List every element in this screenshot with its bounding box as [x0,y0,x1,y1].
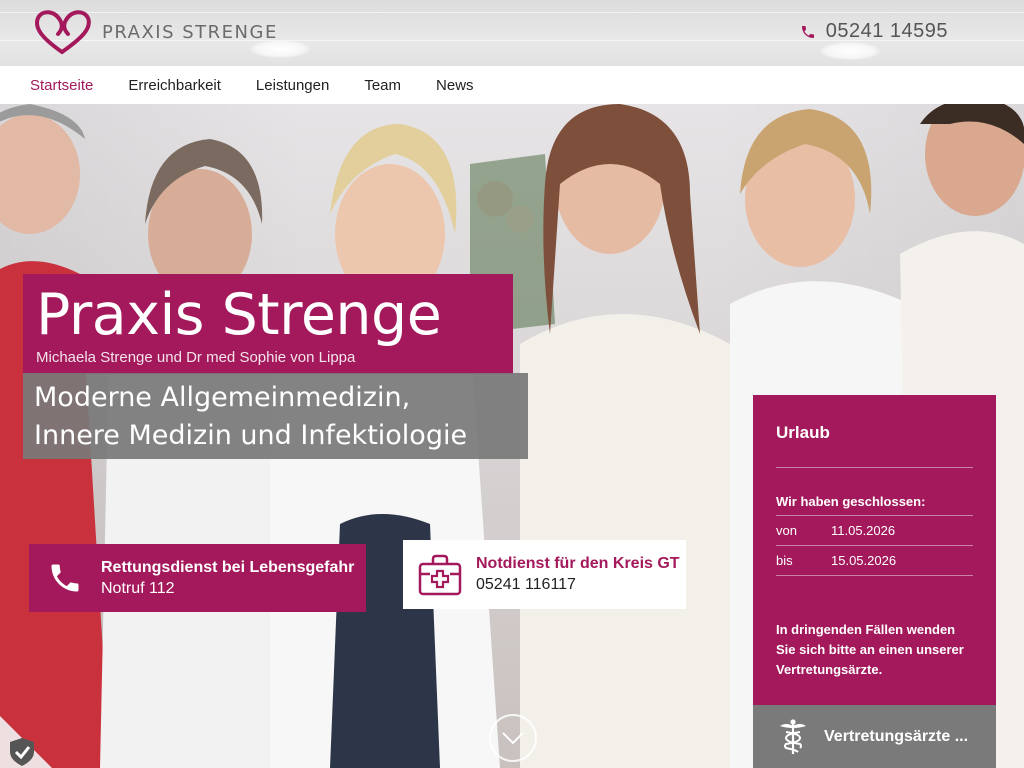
vacation-heading: Urlaub [776,423,973,468]
nav-item-erreichbarkeit[interactable]: Erreichbarkeit [128,77,221,94]
vacation-to-date: 15.05.2026 [831,553,897,568]
heart-logo-icon [35,10,91,54]
rescue-number: Notruf 112 [101,579,175,597]
main-nav: Startseite Erreichbarkeit Leistungen Tea… [0,66,1024,104]
substitute-doctors-label: Vertretungsärzte ... [824,727,969,745]
nav-item-team[interactable]: Team [364,77,401,94]
logo-text: PRAXIS STRENGE [102,21,278,43]
logo[interactable]: PRAXIS STRENGE [32,8,278,56]
notdienst-box[interactable]: Notdienst für den Kreis GT 05241 116117 [403,540,686,609]
header-phone[interactable]: 05241 14595 [800,20,948,43]
vacation-to-label: bis [776,553,793,568]
hero-tagline-line-2: Innere Medizin und Infektiologie [34,420,468,451]
phone-icon [801,25,814,38]
substitute-doctors-button[interactable]: Vertretungsärzte ... [753,705,996,768]
nav-item-startseite[interactable]: Startseite [30,77,93,94]
header-phone-number: 05241 14595 [825,20,948,42]
hero-title: Praxis Strenge [36,282,442,348]
vacation-from-date: 11.05.2026 [831,523,896,538]
rescue-service-box[interactable]: Rettungsdienst bei Lebensgefahr Notruf 1… [29,544,366,612]
nav-item-leistungen[interactable]: Leistungen [256,77,329,94]
vacation-closed-label: Wir haben geschlossen: [776,494,973,516]
vacation-note: In dringenden Fällen wenden Sie sich bit… [776,622,964,677]
vacation-from-row: von 11.05.2026 [776,516,973,546]
notdienst-title: Notdienst für den Kreis GT [476,555,680,572]
hero-title-box: Praxis Strenge Michaela Strenge und Dr m… [23,274,513,374]
nav-item-news[interactable]: News [436,77,474,94]
chevron-down-icon [502,732,524,745]
shield-check-icon[interactable] [0,716,52,768]
vacation-from-label: von [776,523,797,538]
vacation-panel: Urlaub Wir haben geschlossen: von 11.05.… [753,395,996,705]
notdienst-number: 05241 116117 [476,576,576,593]
phone-handset-icon [51,564,79,592]
hero-tagline-line-1: Moderne Allgemeinmedizin, [34,382,411,413]
hero-tagline-box: Moderne Allgemeinmedizin, Innere Medizin… [23,373,528,459]
vacation-to-row: bis 15.05.2026 [776,546,973,576]
hero-subtitle: Michaela Strenge und Dr med Sophie von L… [36,348,356,366]
caduceus-icon [780,718,806,754]
header: PRAXIS STRENGE 05241 14595 [0,0,1024,66]
scroll-down-button[interactable] [489,714,537,762]
medical-kit-icon [418,554,461,595]
rescue-title: Rettungsdienst bei Lebensgefahr [101,558,355,576]
